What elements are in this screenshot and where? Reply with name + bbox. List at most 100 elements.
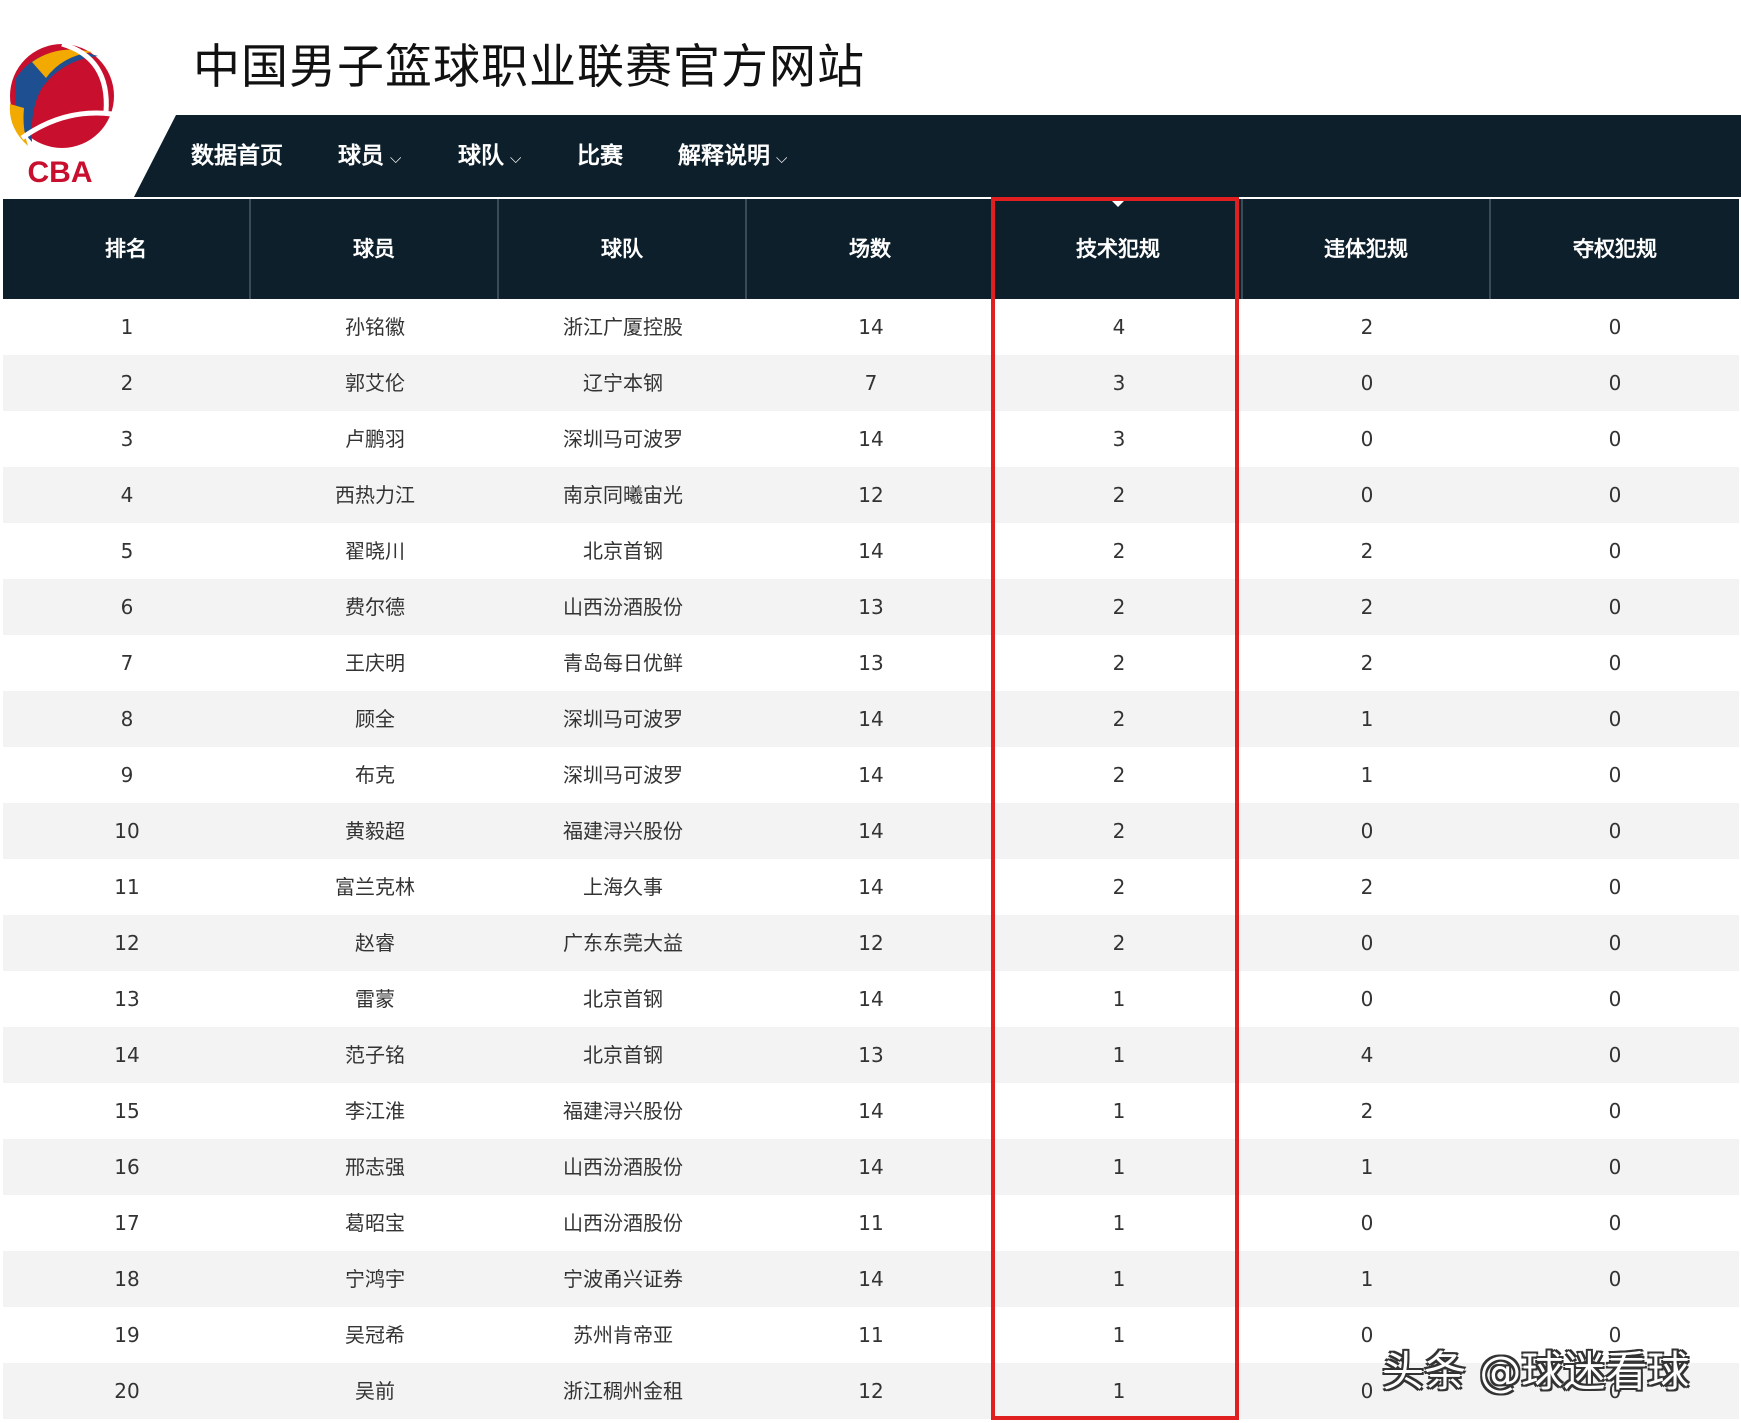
cell-games: 13 xyxy=(858,595,884,619)
cell-player[interactable]: 布克 xyxy=(251,747,499,803)
cell-flagrant-fouls: 0 xyxy=(1360,483,1374,507)
table-row[interactable]: 1 孙铭徽 浙江广厦控股 14 4 2 0 xyxy=(3,299,1739,355)
cell-team[interactable]: 福建浔兴股份 xyxy=(499,1083,747,1139)
cell-disqualifying-fouls: 0 xyxy=(1608,1043,1622,1067)
cell-flagrant-fouls: 0 xyxy=(1360,819,1374,843)
column-header-team[interactable]: 球队 xyxy=(499,199,747,299)
cell-team[interactable]: 青岛每日优鲜 xyxy=(499,635,747,691)
column-header-games[interactable]: 场数 xyxy=(747,199,995,299)
cell-player[interactable]: 邢志强 xyxy=(251,1139,499,1195)
cell-disqualifying-fouls: 0 xyxy=(1608,1211,1622,1235)
table-row[interactable]: 15 李江淮 福建浔兴股份 14 1 2 0 xyxy=(3,1083,1739,1139)
cell-flagrant-fouls: 1 xyxy=(1360,763,1374,787)
cell-team[interactable]: 辽宁本钢 xyxy=(499,355,747,411)
cell-rank: 14 xyxy=(114,1043,140,1067)
cell-disqualifying-fouls: 0 xyxy=(1608,1099,1622,1123)
table-row[interactable]: 13 雷蒙 北京首钢 14 1 0 0 xyxy=(3,971,1739,1027)
table-row[interactable]: 17 葛昭宝 山西汾酒股份 11 1 0 0 xyxy=(3,1195,1739,1251)
cell-technical-fouls: 1 xyxy=(1112,1099,1126,1123)
cell-team[interactable]: 浙江稠州金租 xyxy=(499,1363,747,1419)
cell-player[interactable]: 雷蒙 xyxy=(251,971,499,1027)
cell-technical-fouls: 2 xyxy=(1112,763,1126,787)
cell-disqualifying-fouls: 0 xyxy=(1608,763,1622,787)
nav-item-games[interactable]: 比赛 xyxy=(577,115,623,197)
nav-item-players[interactable]: 球员 ⌵ xyxy=(338,115,401,197)
table-row[interactable]: 14 范子铭 北京首钢 13 1 4 0 xyxy=(3,1027,1739,1083)
column-header-flagrant-fouls[interactable]: 违体犯规 xyxy=(1243,199,1491,299)
cell-team[interactable]: 深圳马可波罗 xyxy=(499,691,747,747)
cell-player[interactable]: 郭艾伦 xyxy=(251,355,499,411)
table-row[interactable]: 4 西热力江 南京同曦宙光 12 2 0 0 xyxy=(3,467,1739,523)
nav-item-label: 解释说明 xyxy=(678,143,770,169)
table-row[interactable]: 2 郭艾伦 辽宁本钢 7 3 0 0 xyxy=(3,355,1739,411)
table-row[interactable]: 12 赵睿 广东东莞大益 12 2 0 0 xyxy=(3,915,1739,971)
table-row[interactable]: 9 布克 深圳马可波罗 14 2 1 0 xyxy=(3,747,1739,803)
cell-disqualifying-fouls: 0 xyxy=(1608,651,1622,675)
nav-item-teams[interactable]: 球队 ⌵ xyxy=(458,115,521,197)
cell-player[interactable]: 顾全 xyxy=(251,691,499,747)
cell-player[interactable]: 黄毅超 xyxy=(251,803,499,859)
cell-team[interactable]: 苏州肯帝亚 xyxy=(499,1307,747,1363)
table-row[interactable]: 5 翟晓川 北京首钢 14 2 2 0 xyxy=(3,523,1739,579)
cell-games: 14 xyxy=(858,987,884,1011)
cell-technical-fouls: 3 xyxy=(1112,371,1126,395)
cell-games: 14 xyxy=(858,1099,884,1123)
cell-team[interactable]: 山西汾酒股份 xyxy=(499,579,747,635)
table-row[interactable]: 7 王庆明 青岛每日优鲜 13 2 2 0 xyxy=(3,635,1739,691)
table-row[interactable]: 11 富兰克林 上海久事 14 2 2 0 xyxy=(3,859,1739,915)
cell-technical-fouls: 4 xyxy=(1112,315,1126,339)
cell-team[interactable]: 宁波甬兴证券 xyxy=(499,1251,747,1307)
cell-team[interactable]: 广东东莞大益 xyxy=(499,915,747,971)
cell-games: 14 xyxy=(858,315,884,339)
cell-player[interactable]: 吴冠希 xyxy=(251,1307,499,1363)
table-row[interactable]: 10 黄毅超 福建浔兴股份 14 2 0 0 xyxy=(3,803,1739,859)
column-header-rank[interactable]: 排名 xyxy=(3,199,251,299)
cell-games: 7 xyxy=(864,371,878,395)
cell-team[interactable]: 山西汾酒股份 xyxy=(499,1195,747,1251)
nav-item-data-home[interactable]: 数据首页 xyxy=(191,115,283,197)
cell-team[interactable]: 深圳马可波罗 xyxy=(499,747,747,803)
cell-team[interactable]: 浙江广厦控股 xyxy=(499,299,747,355)
cell-disqualifying-fouls: 0 xyxy=(1608,1267,1622,1291)
cell-player[interactable]: 赵睿 xyxy=(251,915,499,971)
cell-disqualifying-fouls: 0 xyxy=(1608,315,1622,339)
cell-team[interactable]: 上海久事 xyxy=(499,859,747,915)
cell-player[interactable]: 葛昭宝 xyxy=(251,1195,499,1251)
cell-player[interactable]: 费尔德 xyxy=(251,579,499,635)
column-header-label: 技术犯规 xyxy=(1076,237,1160,261)
cell-player[interactable]: 王庆明 xyxy=(251,635,499,691)
cell-team[interactable]: 北京首钢 xyxy=(499,523,747,579)
cell-rank: 17 xyxy=(114,1211,140,1235)
column-header-technical-fouls[interactable]: 技术犯规 xyxy=(995,199,1243,299)
cell-games: 14 xyxy=(858,819,884,843)
chevron-down-icon: ⌵ xyxy=(510,149,522,167)
column-header-disqualifying-fouls[interactable]: 夺权犯规 xyxy=(1491,199,1739,299)
cell-player[interactable]: 吴前 xyxy=(251,1363,499,1419)
cell-team[interactable]: 北京首钢 xyxy=(499,1027,747,1083)
table-row[interactable]: 3 卢鹏羽 深圳马可波罗 14 3 0 0 xyxy=(3,411,1739,467)
cell-games: 14 xyxy=(858,707,884,731)
cell-team[interactable]: 山西汾酒股份 xyxy=(499,1139,747,1195)
cell-player[interactable]: 李江淮 xyxy=(251,1083,499,1139)
nav-item-explanation[interactable]: 解释说明 ⌵ xyxy=(678,115,787,197)
cell-technical-fouls: 1 xyxy=(1112,1323,1126,1347)
table-row[interactable]: 6 费尔德 山西汾酒股份 13 2 2 0 xyxy=(3,579,1739,635)
cell-player[interactable]: 富兰克林 xyxy=(251,859,499,915)
cell-player[interactable]: 卢鹏羽 xyxy=(251,411,499,467)
table-row[interactable]: 18 宁鸿宇 宁波甬兴证券 14 1 1 0 xyxy=(3,1251,1739,1307)
cell-team[interactable]: 南京同曦宙光 xyxy=(499,467,747,523)
cba-logo[interactable]: CBA xyxy=(2,38,118,186)
cell-player[interactable]: 西热力江 xyxy=(251,467,499,523)
column-header-player[interactable]: 球员 xyxy=(251,199,499,299)
cell-player[interactable]: 宁鸿宇 xyxy=(251,1251,499,1307)
cell-rank: 13 xyxy=(114,987,140,1011)
cell-team[interactable]: 深圳马可波罗 xyxy=(499,411,747,467)
table-row[interactable]: 16 邢志强 山西汾酒股份 14 1 1 0 xyxy=(3,1139,1739,1195)
cell-player[interactable]: 孙铭徽 xyxy=(251,299,499,355)
cell-flagrant-fouls: 0 xyxy=(1360,427,1374,451)
cell-player[interactable]: 翟晓川 xyxy=(251,523,499,579)
cell-team[interactable]: 北京首钢 xyxy=(499,971,747,1027)
table-row[interactable]: 8 顾全 深圳马可波罗 14 2 1 0 xyxy=(3,691,1739,747)
cell-team[interactable]: 福建浔兴股份 xyxy=(499,803,747,859)
cell-player[interactable]: 范子铭 xyxy=(251,1027,499,1083)
